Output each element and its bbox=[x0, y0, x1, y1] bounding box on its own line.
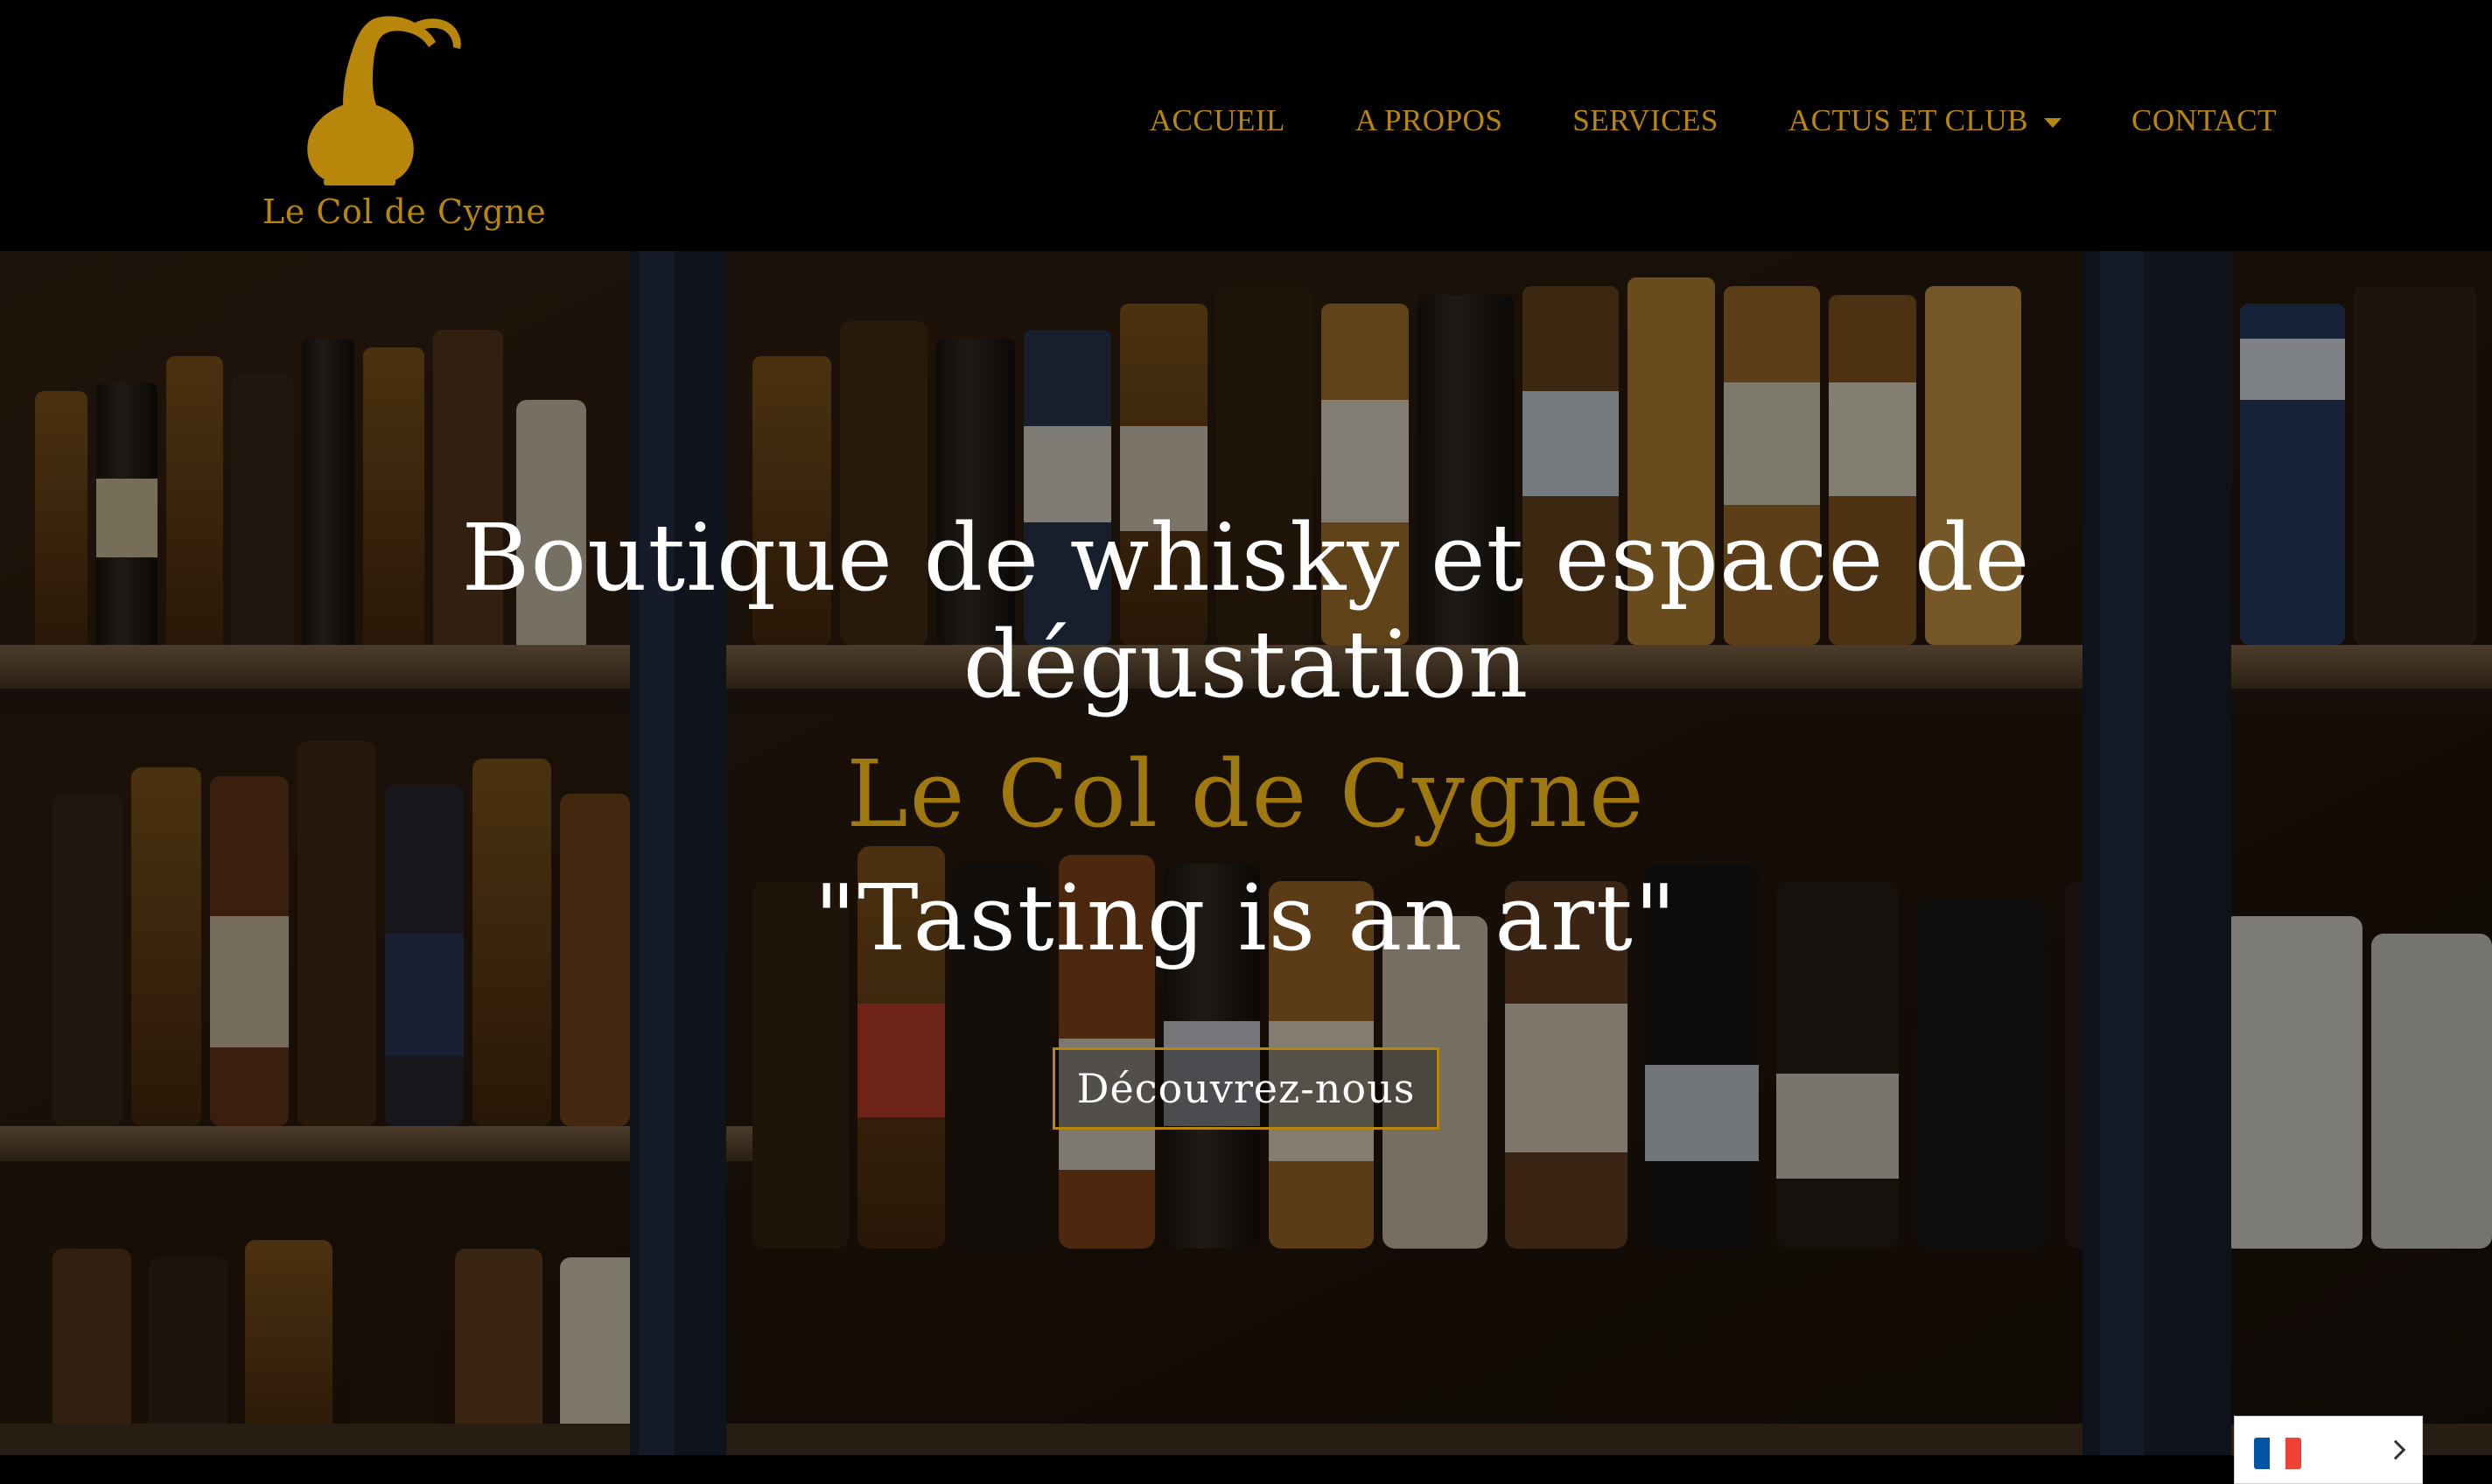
discover-button[interactable]: Découvrez-nous bbox=[1053, 1047, 1439, 1130]
nav-item-contact[interactable]: CONTACT bbox=[2132, 103, 2277, 138]
hero-tagline: "Tasting is an art" bbox=[814, 864, 1678, 971]
nav-item-a-propos[interactable]: A PROPOS bbox=[1355, 103, 1502, 138]
hero-brand-name: Le Col de Cygne bbox=[846, 740, 1646, 848]
hero-title: Boutique de whisky et espace de dégustat… bbox=[461, 504, 2031, 718]
nav-item-label: A PROPOS bbox=[1354, 103, 1503, 137]
swan-neck-still-icon bbox=[307, 16, 461, 186]
logo[interactable]: Le Col de Cygne bbox=[262, 12, 547, 242]
nav-item-label: SERVICES bbox=[1572, 103, 1718, 137]
nav-item-label: CONTACT bbox=[2132, 103, 2277, 137]
nav-item-services[interactable]: SERVICES bbox=[1572, 103, 1718, 138]
france-flag-icon bbox=[2254, 1438, 2301, 1469]
language-switcher[interactable] bbox=[2234, 1416, 2423, 1484]
logo-text: Le Col de Cygne bbox=[262, 192, 547, 231]
hero-content: Boutique de whisky et espace de dégustat… bbox=[0, 251, 2492, 1455]
nav-item-label: ACTUS ET CLUB bbox=[1788, 103, 2029, 137]
chevron-right-icon bbox=[2385, 1439, 2406, 1460]
nav-item-label: ACCUEIL bbox=[1149, 103, 1285, 137]
hero-section: Boutique de whisky et espace de dégustat… bbox=[0, 251, 2492, 1455]
nav-item-actus-et-club[interactable]: ACTUS ET CLUB bbox=[1788, 103, 2062, 138]
caret-down-icon bbox=[2044, 117, 2062, 128]
main-nav: ACCUEIL A PROPOS SERVICES ACTUS ET CLUB … bbox=[1150, 103, 2277, 138]
site-header: Le Col de Cygne ACCUEIL A PROPOS SERVICE… bbox=[0, 0, 2492, 251]
nav-item-accueil[interactable]: ACCUEIL bbox=[1150, 103, 1285, 138]
